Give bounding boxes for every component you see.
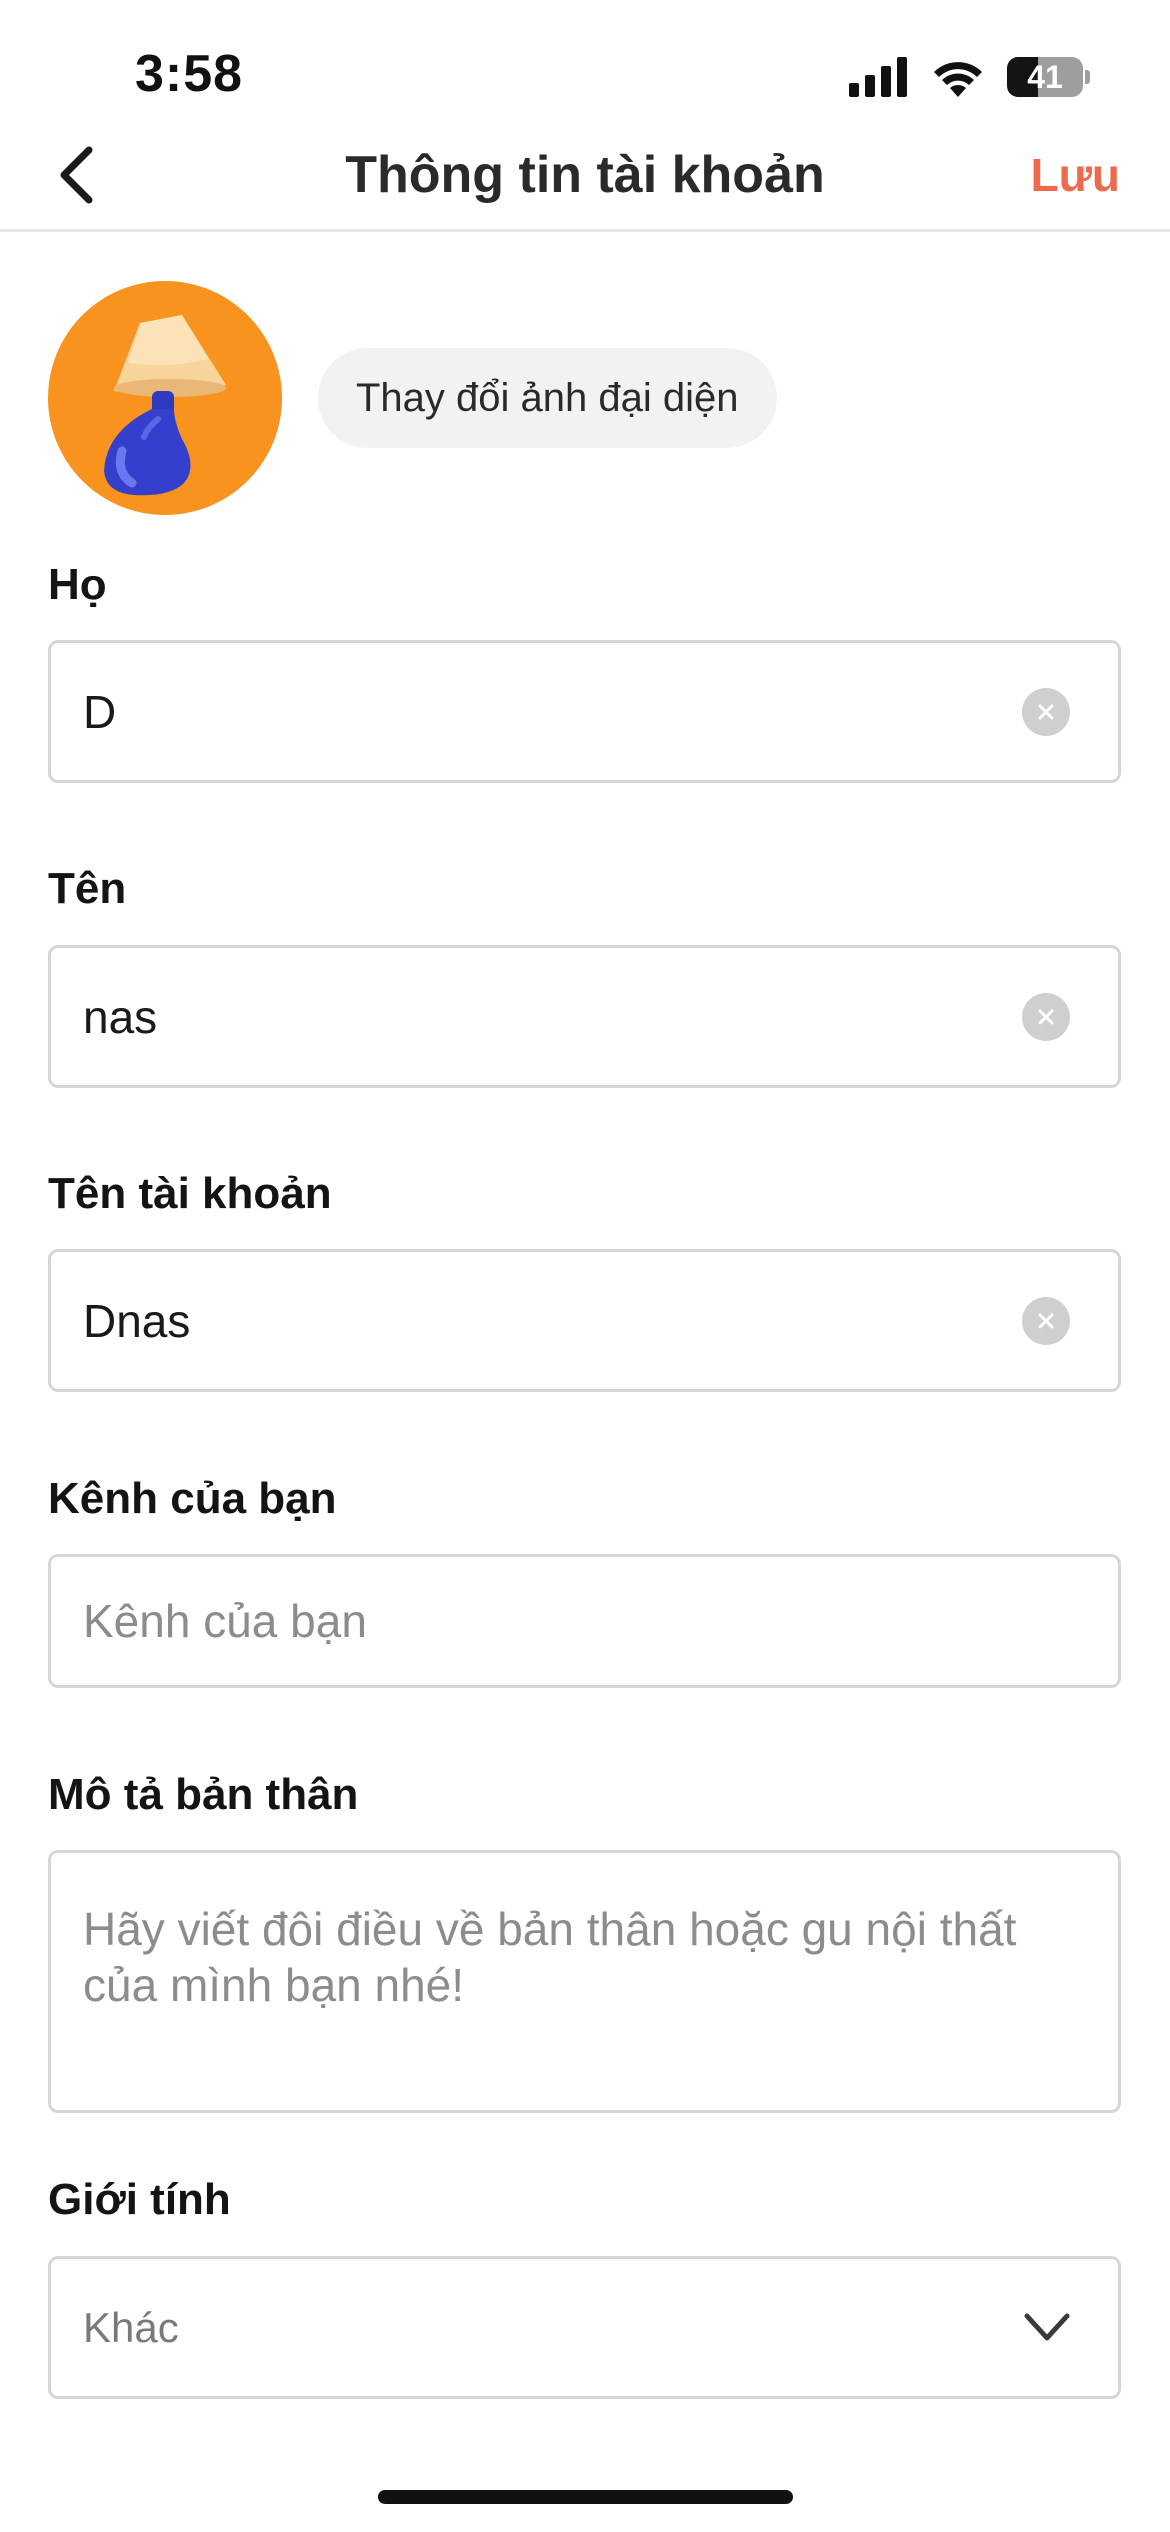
nav-divider (0, 229, 1170, 232)
last-name-value[interactable]: D (83, 643, 116, 780)
battery-level: 41 (1027, 59, 1063, 95)
page-title: Thông tin tài khoản (345, 146, 825, 204)
clear-first-name-button[interactable] (1022, 992, 1070, 1041)
first-name-value[interactable]: nas (83, 948, 157, 1085)
bio-label: Mô tả bản thân (48, 1770, 359, 1819)
clear-last-name-button[interactable] (1022, 687, 1070, 736)
channel-field[interactable]: Kênh của bạn (48, 1554, 1121, 1688)
last-name-label: Họ (48, 560, 107, 609)
battery-icon: 41 (1007, 57, 1083, 97)
chevron-left-icon (60, 146, 93, 204)
username-value[interactable]: Dnas (83, 1252, 190, 1389)
gender-label: Giới tính (48, 2175, 231, 2224)
channel-placeholder: Kênh của bạn (83, 1595, 367, 1647)
close-icon (1038, 1313, 1054, 1328)
back-button[interactable] (46, 140, 106, 210)
first-name-label: Tên (48, 864, 127, 913)
gender-select[interactable]: Khác (48, 2256, 1121, 2399)
gender-value: Khác (83, 2303, 179, 2351)
lamp-illustration (104, 315, 226, 496)
close-icon (1038, 1009, 1054, 1024)
clear-username-button[interactable] (1022, 1296, 1070, 1345)
last-name-field[interactable]: D (48, 640, 1121, 783)
bio-textarea[interactable]: Hãy viết đôi điều về bản thân hoặc gu nộ… (48, 1850, 1121, 2113)
home-indicator (378, 2490, 793, 2504)
signal-icon (849, 57, 907, 97)
status-icons: 41 (849, 52, 1090, 102)
channel-label: Kênh của bạn (48, 1474, 337, 1523)
change-avatar-button[interactable]: Thay đổi ảnh đại diện (318, 348, 777, 448)
bio-placeholder: Hãy viết đôi điều về bản thân hoặc gu nộ… (83, 1903, 1017, 2011)
username-field[interactable]: Dnas (48, 1249, 1121, 1392)
save-button[interactable]: Lưu (1030, 140, 1120, 210)
avatar[interactable] (48, 281, 282, 515)
first-name-field[interactable]: nas (48, 945, 1121, 1088)
username-label: Tên tài khoản (48, 1169, 332, 1218)
wifi-icon (934, 62, 982, 97)
status-time: 3:58 (135, 45, 244, 103)
chevron-down-icon (1024, 2313, 1070, 2340)
close-icon (1038, 704, 1054, 719)
battery-cap (1085, 70, 1090, 84)
